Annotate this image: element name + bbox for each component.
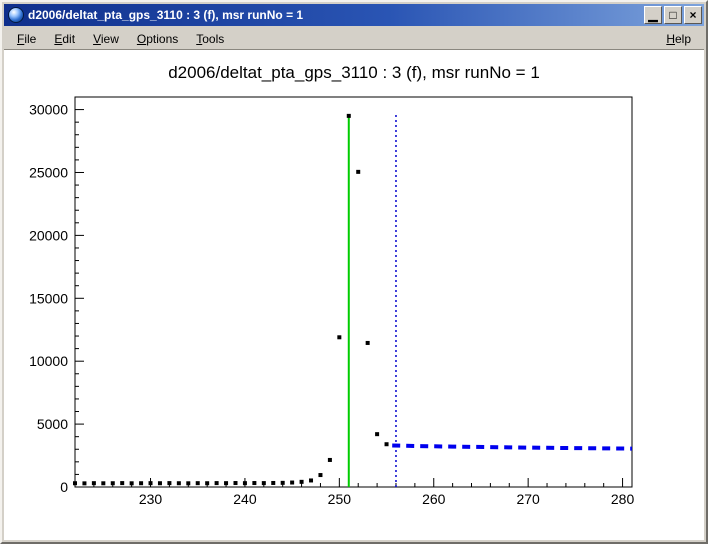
- svg-text:25000: 25000: [29, 164, 68, 180]
- menu-tools[interactable]: Tools: [187, 30, 233, 48]
- svg-text:30000: 30000: [29, 102, 68, 118]
- menu-bar: File Edit View Options Tools Help: [4, 28, 704, 50]
- root-canvas[interactable]: d2006/deltat_pta_gps_3110 : 3 (f), msr r…: [4, 50, 704, 540]
- svg-text:5000: 5000: [37, 416, 68, 432]
- svg-text:260: 260: [422, 491, 446, 507]
- menu-options[interactable]: Options: [128, 30, 187, 48]
- minimize-icon[interactable]: ▁: [644, 6, 662, 24]
- window-title: d2006/deltat_pta_gps_3110 : 3 (f), msr r…: [28, 8, 642, 22]
- svg-text:280: 280: [611, 491, 635, 507]
- svg-text:10000: 10000: [29, 353, 68, 369]
- menu-edit[interactable]: Edit: [45, 30, 84, 48]
- menu-help[interactable]: Help: [657, 30, 700, 48]
- close-icon[interactable]: ×: [684, 6, 702, 24]
- svg-text:240: 240: [233, 491, 257, 507]
- svg-text:20000: 20000: [29, 227, 68, 243]
- svg-text:270: 270: [516, 491, 540, 507]
- svg-text:250: 250: [328, 491, 352, 507]
- svg-text:230: 230: [139, 491, 163, 507]
- plot-svg[interactable]: 230 240 250 260 270 280 0 5000 10000 15000 20000 25…: [4, 50, 704, 540]
- title-bar[interactable]: d2006/deltat_pta_gps_3110 : 3 (f), msr r…: [4, 4, 704, 26]
- menu-view[interactable]: View: [84, 30, 128, 48]
- app-icon[interactable]: [8, 7, 24, 23]
- maximize-icon[interactable]: □: [664, 6, 682, 24]
- svg-text:0: 0: [60, 479, 68, 495]
- svg-text:15000: 15000: [29, 290, 68, 306]
- menu-file[interactable]: File: [8, 30, 45, 48]
- app-window: d2006/deltat_pta_gps_3110 : 3 (f), msr r…: [0, 0, 708, 544]
